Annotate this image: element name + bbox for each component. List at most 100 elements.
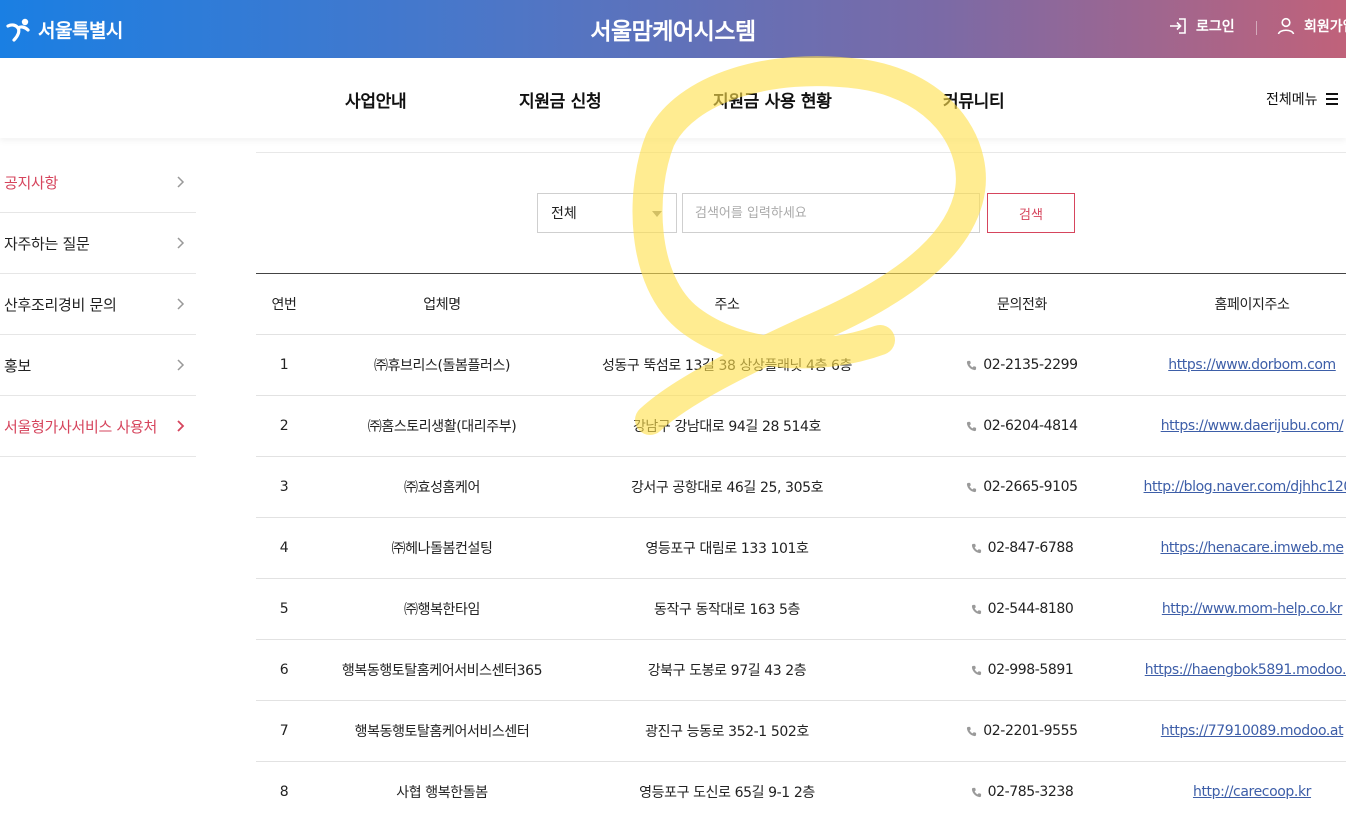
- table-row: 2 ㈜홈스토리생활(대리주부) 강남구 강남대로 94길 28 514호 02-620…: [256, 396, 1346, 457]
- cell-address: 성동구 뚝섬로 13길 38 상상플래닛 4층 6층: [601, 358, 853, 374]
- cell-homepage: https://haengbok5891.modoo.at: [1145, 640, 1346, 700]
- provider-table: 연번 업체명 주소 문의전화 홈페이지주소 1 ㈜휴브리스(돌봄플러스) 성동구 뚝…: [256, 273, 1346, 822]
- login-label: 로그인: [1196, 19, 1235, 35]
- phone-icon: [967, 482, 977, 492]
- sidebar-item-postnatal-inquiry[interactable]: 산후조리경비 문의: [0, 274, 196, 335]
- sidebar-item-label: 자주하는 질문: [4, 234, 90, 253]
- phone-icon: [971, 543, 981, 553]
- login-link[interactable]: 로그인: [1168, 16, 1235, 36]
- cell-no: 7: [279, 723, 289, 739]
- login-icon: [1170, 18, 1186, 34]
- search-button[interactable]: 검색: [987, 193, 1075, 233]
- header-phone: 문의전화: [997, 297, 1047, 313]
- phone-icon: [971, 787, 981, 797]
- homepage-link[interactable]: http://www.mom-help.co.kr: [1162, 601, 1343, 617]
- table-row: 3 ㈜효성홈케어 강서구 공항대로 46길 25, 305호 02-2665-9105…: [256, 457, 1346, 518]
- phone-text: 02-998-5891: [987, 662, 1074, 678]
- cell-homepage: https://www.daerijubu.com/: [1161, 396, 1344, 456]
- homepage-link[interactable]: https://77910089.modoo.at: [1161, 723, 1344, 739]
- sidebar-item-faq[interactable]: 자주하는 질문: [0, 213, 196, 274]
- homepage-link[interactable]: https://www.dorbom.com: [1168, 357, 1336, 373]
- phone-icon: [967, 726, 977, 736]
- nav-item-usage-status[interactable]: 지원금 사용 현황: [713, 87, 832, 112]
- util-divider: [1256, 21, 1257, 35]
- site-title[interactable]: 서울맘케어시스템: [0, 12, 1346, 46]
- cell-phone: 02-998-5891: [882, 640, 1162, 700]
- cell-company: ㈜휴브리스(돌봄플러스): [373, 358, 511, 374]
- content-divider: [256, 152, 1346, 153]
- main-nav: 사업안내 지원금 신청 지원금 사용 현황 커뮤니티 전체메뉴: [0, 58, 1346, 138]
- cell-no: 6: [279, 662, 289, 678]
- search-category-select[interactable]: 전체: [537, 193, 677, 233]
- table-row: 5 ㈜행복한타임 동작구 동작대로 163 5층 02-544-8180 http://…: [256, 579, 1346, 640]
- homepage-link[interactable]: http://blog.naver.com/djhhc1208: [1144, 479, 1346, 495]
- sidebar: 공지사항 자주하는 질문 산후조리경비 문의 홍보 서울형가사서비스 사용처: [0, 152, 196, 457]
- nav-item-business[interactable]: 사업안내: [345, 87, 407, 112]
- header-company: 업체명: [423, 297, 461, 313]
- sidebar-item-promotion[interactable]: 홍보: [0, 335, 196, 396]
- cell-company: ㈜홈스토리생활(대리주부): [367, 419, 517, 435]
- sidebar-item-label: 산후조리경비 문의: [4, 295, 117, 314]
- all-menu-button[interactable]: 전체메뉴: [1266, 89, 1338, 109]
- phone-number: 02-2201-9555: [966, 723, 1078, 739]
- top-bar: 서울특별시 서울맘케어시스템 로그인 회원가입: [0, 0, 1346, 58]
- user-icon: [1277, 17, 1295, 35]
- cell-address: 강남구 강남대로 94길 28 514호: [632, 419, 822, 435]
- cell-homepage: https://www.dorbom.com: [1162, 335, 1342, 395]
- cell-phone: 02-2201-9555: [882, 701, 1162, 761]
- nav-item-apply[interactable]: 지원금 신청: [519, 87, 602, 112]
- chevron-right-icon: [177, 298, 185, 310]
- phone-text: 02-2201-9555: [983, 723, 1078, 739]
- phone-number: 02-6204-4814: [966, 418, 1078, 434]
- cell-company: 행복동행토탈홈케어서비스센터: [354, 724, 530, 740]
- search-input[interactable]: [682, 193, 980, 233]
- sidebar-item-housework-providers[interactable]: 서울형가사서비스 사용처: [0, 396, 196, 457]
- cell-homepage: http://www.mom-help.co.kr: [1162, 579, 1343, 639]
- caret-down-icon: [652, 211, 662, 217]
- phone-icon: [971, 604, 981, 614]
- homepage-link[interactable]: https://henacare.imweb.me: [1160, 540, 1343, 556]
- cell-homepage: http://blog.naver.com/djhhc1208: [1144, 457, 1346, 517]
- cell-address: 동작구 동작대로 163 5층: [653, 602, 801, 618]
- search-category-value: 전체: [551, 206, 577, 222]
- phone-number: 02-2665-9105: [966, 479, 1078, 495]
- cell-company: ㈜헤나돌봄컨설팅: [391, 541, 493, 557]
- phone-icon: [971, 665, 981, 675]
- cell-company: 사협 행복한돌봄: [396, 785, 488, 801]
- homepage-link[interactable]: http://carecoop.kr: [1193, 784, 1311, 800]
- phone-text: 02-847-6788: [987, 540, 1074, 556]
- cell-homepage: https://henacare.imweb.me: [1160, 518, 1343, 578]
- phone-icon: [967, 421, 977, 431]
- cell-no: 4: [279, 540, 289, 556]
- phone-number: 02-544-8180: [971, 601, 1074, 617]
- sidebar-item-notice[interactable]: 공지사항: [0, 152, 196, 213]
- cell-no: 3: [279, 479, 289, 495]
- cell-phone: 02-2665-9105: [882, 457, 1162, 517]
- header-no: 연번: [271, 297, 297, 313]
- nav-item-community[interactable]: 커뮤니티: [943, 87, 1005, 112]
- join-label: 회원가입: [1304, 19, 1346, 35]
- sidebar-item-label: 홍보: [4, 356, 32, 375]
- phone-number: 02-2135-2299: [966, 357, 1078, 373]
- cell-phone: 02-847-6788: [882, 518, 1162, 578]
- cell-no: 1: [279, 357, 289, 373]
- chevron-right-icon: [177, 237, 185, 249]
- phone-number: 02-847-6788: [971, 540, 1074, 556]
- join-link[interactable]: 회원가입: [1276, 16, 1346, 36]
- all-menu-label: 전체메뉴: [1266, 92, 1318, 108]
- cell-company: 행복동행토탈홈케어서비스센터365: [341, 663, 543, 679]
- table-row: 6 행복동행토탈홈케어서비스센터365 강북구 도봉로 97길 43 2층 02-99…: [256, 640, 1346, 701]
- phone-number: 02-785-3238: [971, 784, 1074, 800]
- chevron-right-icon: [177, 359, 185, 371]
- table-row: 4 ㈜헤나돌봄컨설팅 영등포구 대림로 133 101호 02-847-6788 htt…: [256, 518, 1346, 579]
- table-row: 1 ㈜휴브리스(돌봄플러스) 성동구 뚝섬로 13길 38 상상플래닛 4층 6층 0…: [256, 335, 1346, 396]
- cell-address: 강북구 도봉로 97길 43 2층: [647, 663, 807, 679]
- table-body: 1 ㈜휴브리스(돌봄플러스) 성동구 뚝섬로 13길 38 상상플래닛 4층 6층 0…: [256, 335, 1346, 822]
- cell-no: 5: [279, 601, 289, 617]
- homepage-link[interactable]: https://haengbok5891.modoo.at: [1145, 662, 1346, 678]
- phone-text: 02-6204-4814: [983, 418, 1078, 434]
- table-header-row: 연번 업체명 주소 문의전화 홈페이지주소: [256, 274, 1346, 335]
- phone-number: 02-998-5891: [971, 662, 1074, 678]
- homepage-link[interactable]: https://www.daerijubu.com/: [1161, 418, 1344, 434]
- table-row: 7 행복동행토탈홈케어서비스센터 광진구 능동로 352-1 502호 02-2201…: [256, 701, 1346, 762]
